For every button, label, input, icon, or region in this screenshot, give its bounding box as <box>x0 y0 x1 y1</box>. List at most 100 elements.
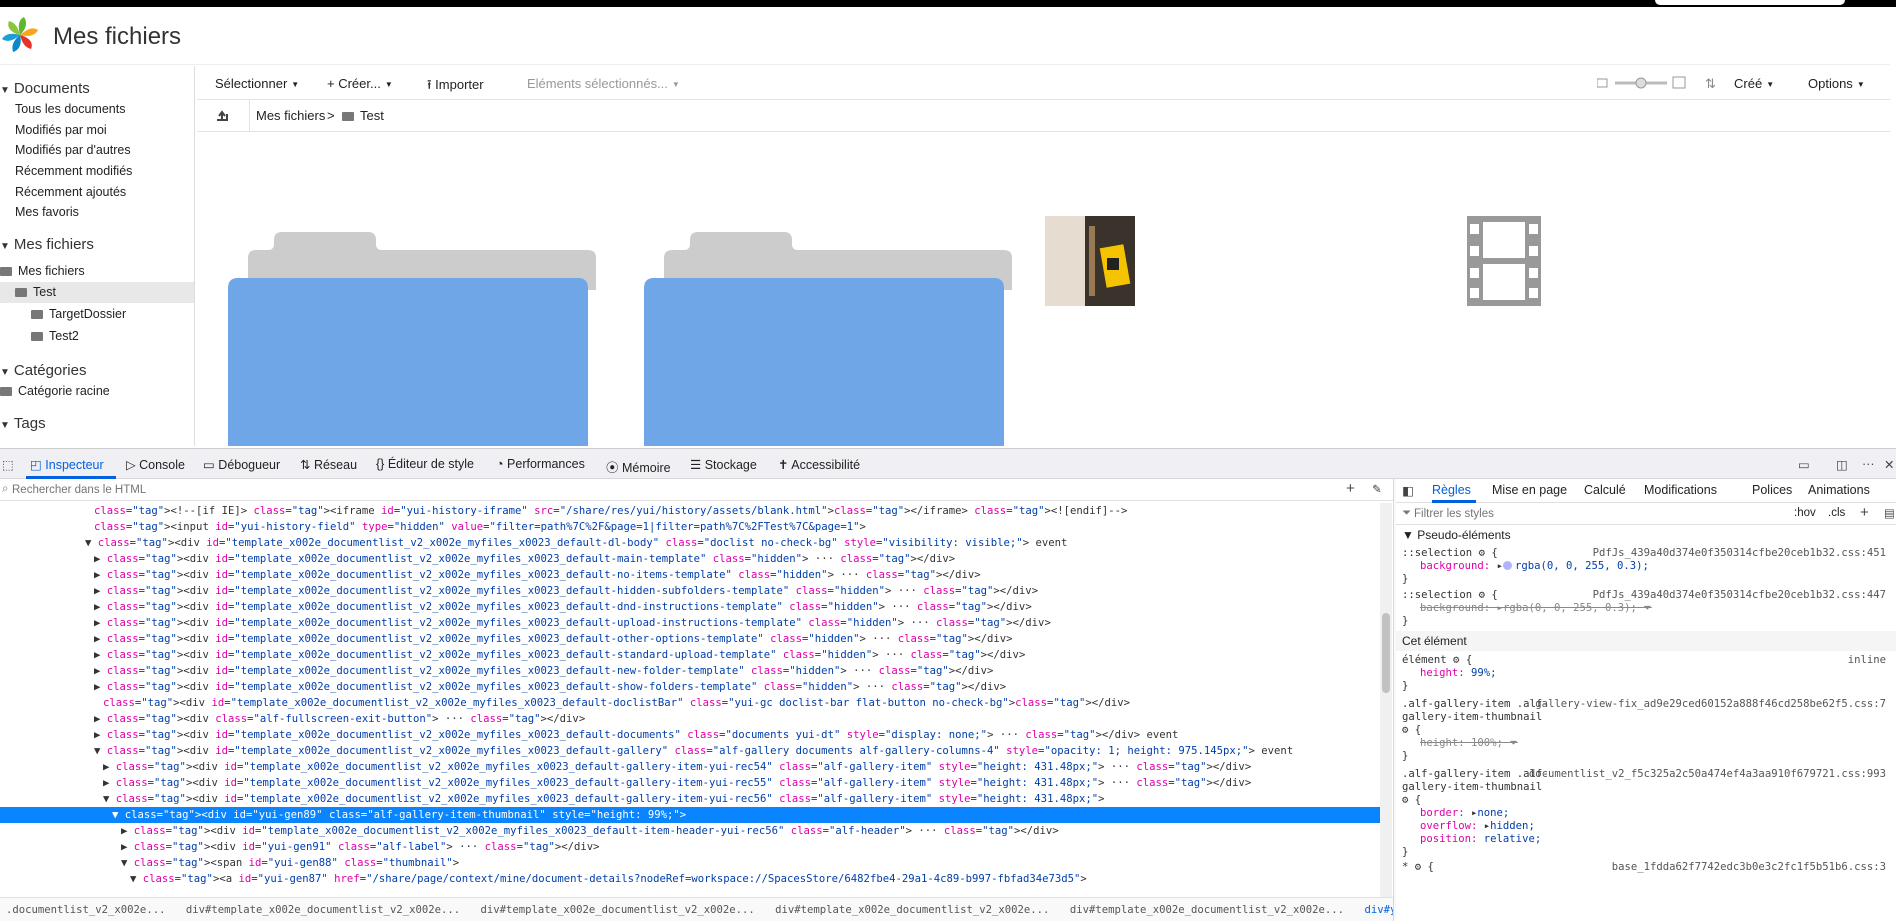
class-toggle[interactable]: .cls <box>1828 507 1845 519</box>
rule-source-link[interactable]: base_1fdda62f7742edc3b0e3c2fc1f5b51b6.cs… <box>1612 861 1886 874</box>
html-node[interactable]: class="tag"><!--[if IE]> class="tag"><if… <box>0 503 1380 519</box>
html-node[interactable]: ▶ class="tag"><div class="alf-fullscreen… <box>0 711 1380 727</box>
html-node[interactable]: ▼ class="tag"><div id="template_x002e_do… <box>0 791 1380 807</box>
html-node[interactable]: ▶ class="tag"><div id="template_x002e_do… <box>0 583 1380 599</box>
rule-selector[interactable]: .alf-gallery-item .alf-gallery-view-fix_… <box>1402 698 1892 711</box>
node-crumb[interactable]: div#template_x002e_documentlist_v2_x002e… <box>1070 904 1344 916</box>
html-node[interactable]: ▶ class="tag"><div id="template_x002e_do… <box>0 567 1380 583</box>
html-node[interactable]: ▶ class="tag"><div id="template_x002e_do… <box>0 631 1380 647</box>
rule-declaration[interactable]: background: ▸ rgba(0, 0, 255, 0.3); <box>1402 560 1892 573</box>
selected-items-menu-button[interactable]: Eléments sélectionnés... ▼ <box>527 76 680 91</box>
eyedropper-icon[interactable]: ✎ <box>1372 482 1382 496</box>
sort-field-button[interactable]: Créé ▼ <box>1734 76 1774 91</box>
rule-source-link[interactable]: gallery-view-fix_ad9e29ced60152a888f46cd… <box>1535 698 1886 711</box>
rule-declaration[interactable]: border: ▸none; <box>1402 807 1892 820</box>
html-node[interactable]: ▶ class="tag"><div id="template_x002e_do… <box>0 727 1380 743</box>
node-crumb[interactable]: .documentlist_v2_x002e... <box>6 904 165 916</box>
dock-icon[interactable]: ◫ <box>1836 457 1848 472</box>
breadcrumb-root-link[interactable]: Mes fichiers <box>256 108 325 123</box>
sidebar-section-my-files[interactable]: ▼ Mes fichiers <box>0 236 94 253</box>
options-menu-button[interactable]: Options ▼ <box>1808 76 1865 91</box>
close-devtools-icon[interactable]: ✕ <box>1884 457 1894 472</box>
import-button[interactable]: ⭱ Importer <box>427 76 484 98</box>
tree-item-test[interactable]: Test <box>15 285 56 299</box>
tab-storage[interactable]: ☰ Stockage <box>690 457 757 472</box>
tab-computed[interactable]: Calculé <box>1584 483 1626 497</box>
sidebar-item-recently-added[interactable]: Récemment ajoutés <box>15 185 126 199</box>
html-node[interactable]: ▶ class="tag"><div id="template_x002e_do… <box>0 551 1380 567</box>
rule-declaration[interactable]: overflow: ▸hidden; <box>1402 820 1892 833</box>
html-node[interactable]: ▼ class="tag"><span id="yui-gen88" class… <box>0 855 1380 871</box>
html-node[interactable]: ▼ class="tag"><a id="yui-gen87" href="/s… <box>0 871 1380 887</box>
tab-rules[interactable]: Règles <box>1432 483 1471 497</box>
sidebar-item-recently-modified[interactable]: Récemment modifiés <box>15 164 132 178</box>
html-node[interactable]: ▶ class="tag"><div id="template_x002e_do… <box>0 775 1380 791</box>
video-thumbnail-icon[interactable] <box>1467 216 1541 306</box>
tree-item-test2[interactable]: Test2 <box>31 329 79 343</box>
rule-selector[interactable]: .alf-gallery-item .alf-documentlist_v2_f… <box>1402 768 1892 781</box>
tab-debugger[interactable]: ▭ Débogueur <box>203 457 280 472</box>
add-node-icon[interactable]: + <box>1346 480 1355 497</box>
tab-style-editor[interactable]: {} Éditeur de style <box>376 457 474 471</box>
html-node[interactable]: ▶ class="tag"><div id="template_x002e_do… <box>0 823 1380 839</box>
pseudo-elements-header[interactable]: ▼ Pseudo-éléments <box>1402 529 1892 547</box>
select-menu-button[interactable]: Sélectionner ▼ <box>215 76 299 91</box>
node-crumb[interactable]: div#template_x002e_documentlist_v2_x002e… <box>186 904 460 916</box>
html-node[interactable]: ▼ class="tag"><div id="template_x002e_do… <box>0 535 1380 551</box>
rule-selector[interactable]: élément ⚙ {inline <box>1402 654 1892 667</box>
tab-fonts[interactable]: Polices <box>1752 483 1792 497</box>
html-node[interactable]: ▶ class="tag"><div id="template_x002e_do… <box>0 679 1380 695</box>
hover-state-toggle[interactable]: :hov <box>1794 507 1816 519</box>
parent-folder-icon[interactable] <box>215 108 229 122</box>
html-search-input[interactable] <box>12 481 1312 498</box>
slider-handle[interactable] <box>1635 77 1647 89</box>
pick-element-icon[interactable]: ⬚ <box>2 457 14 472</box>
breadcrumb-current[interactable]: Test <box>342 108 384 123</box>
scrollbar-thumb[interactable] <box>1382 613 1390 693</box>
html-node[interactable]: ▶ class="tag"><div id="yui-gen91" class=… <box>0 839 1380 855</box>
rule-source-link[interactable]: documentlist_v2_f5c325a2c50a474ef4a3aa91… <box>1529 768 1886 781</box>
tab-inspector[interactable]: ◰ Inspecteur <box>30 457 104 472</box>
tree-item-my-files[interactable]: Mes fichiers <box>0 264 85 278</box>
folder-thumbnail[interactable] <box>218 210 598 446</box>
tab-performance[interactable]: ◔ Performances <box>496 457 585 471</box>
rule-declaration-overridden[interactable]: height: 100%; ⏷ <box>1402 737 1892 750</box>
sidebar-item-modified-by-me[interactable]: Modifiés par moi <box>15 123 107 137</box>
toggle-sidebar-icon[interactable]: ◧ <box>1402 483 1414 498</box>
html-node-selected[interactable]: ▼ class="tag"><div id="yui-gen89" class=… <box>0 807 1380 823</box>
folder-thumbnail[interactable] <box>634 210 1014 446</box>
html-tree[interactable]: class="tag"><!--[if IE]> class="tag"><if… <box>0 503 1380 887</box>
html-node[interactable]: class="tag"><div id="template_x002e_docu… <box>0 695 1380 711</box>
html-node[interactable]: ▶ class="tag"><div id="template_x002e_do… <box>0 647 1380 663</box>
tab-memory[interactable]: ⦿ Mémoire <box>606 457 671 476</box>
rule-selector[interactable]: * ⚙ {base_1fdda62f7742edc3b0e3c2fc1f5b51… <box>1402 861 1892 874</box>
node-crumb[interactable]: div#template_x002e_documentlist_v2_x002e… <box>481 904 755 916</box>
html-node[interactable]: ▶ class="tag"><div id="template_x002e_do… <box>0 599 1380 615</box>
rule-source-link[interactable]: PdfJs_439a40d374e0f350314cfbe20ceb1b32.c… <box>1593 547 1886 560</box>
html-node[interactable]: class="tag"><input id="yui-history-field… <box>0 519 1380 535</box>
thumbnail-size-slider[interactable] <box>1597 74 1687 92</box>
rule-selector[interactable]: ::selection ⚙ {PdfJs_439a40d374e0f350314… <box>1402 589 1892 602</box>
more-options-icon[interactable]: ··· <box>1862 457 1875 471</box>
rule-selector[interactable]: ::selection ⚙ {PdfJs_439a40d374e0f350314… <box>1402 547 1892 560</box>
html-node[interactable]: ▶ class="tag"><div id="template_x002e_do… <box>0 615 1380 631</box>
sidebar-section-tags[interactable]: ▼ Tags <box>0 415 46 432</box>
color-swatch[interactable] <box>1502 561 1512 570</box>
tab-layout[interactable]: Mise en page <box>1492 483 1567 497</box>
tab-network[interactable]: ⇅ Réseau <box>300 457 357 472</box>
html-node[interactable]: ▶ class="tag"><div id="template_x002e_do… <box>0 759 1380 775</box>
rule-declaration[interactable]: height: 99%; <box>1402 667 1892 680</box>
html-node[interactable]: ▶ class="tag"><div id="template_x002e_do… <box>0 663 1380 679</box>
sidebar-section-categories[interactable]: ▼ Catégories <box>0 362 86 379</box>
print-media-icon[interactable]: ▤ <box>1884 506 1895 520</box>
node-crumb[interactable]: div#template_x002e_documentlist_v2_x002e… <box>775 904 1049 916</box>
tab-changes[interactable]: Modifications <box>1644 483 1717 497</box>
image-thumbnail[interactable] <box>1045 216 1135 306</box>
sort-direction-icon[interactable]: ⇅ <box>1705 76 1716 92</box>
html-scrollbar[interactable] <box>1380 503 1392 903</box>
rule-source-link[interactable]: PdfJs_439a40d374e0f350314cfbe20ceb1b32.c… <box>1593 589 1886 602</box>
rule-declaration[interactable]: position: relative; <box>1402 833 1892 846</box>
sidebar-item-modified-by-others[interactable]: Modifiés par d'autres <box>15 143 131 157</box>
html-node[interactable]: ▼ class="tag"><div id="template_x002e_do… <box>0 743 1380 759</box>
alfresco-logo-icon[interactable] <box>0 15 40 55</box>
